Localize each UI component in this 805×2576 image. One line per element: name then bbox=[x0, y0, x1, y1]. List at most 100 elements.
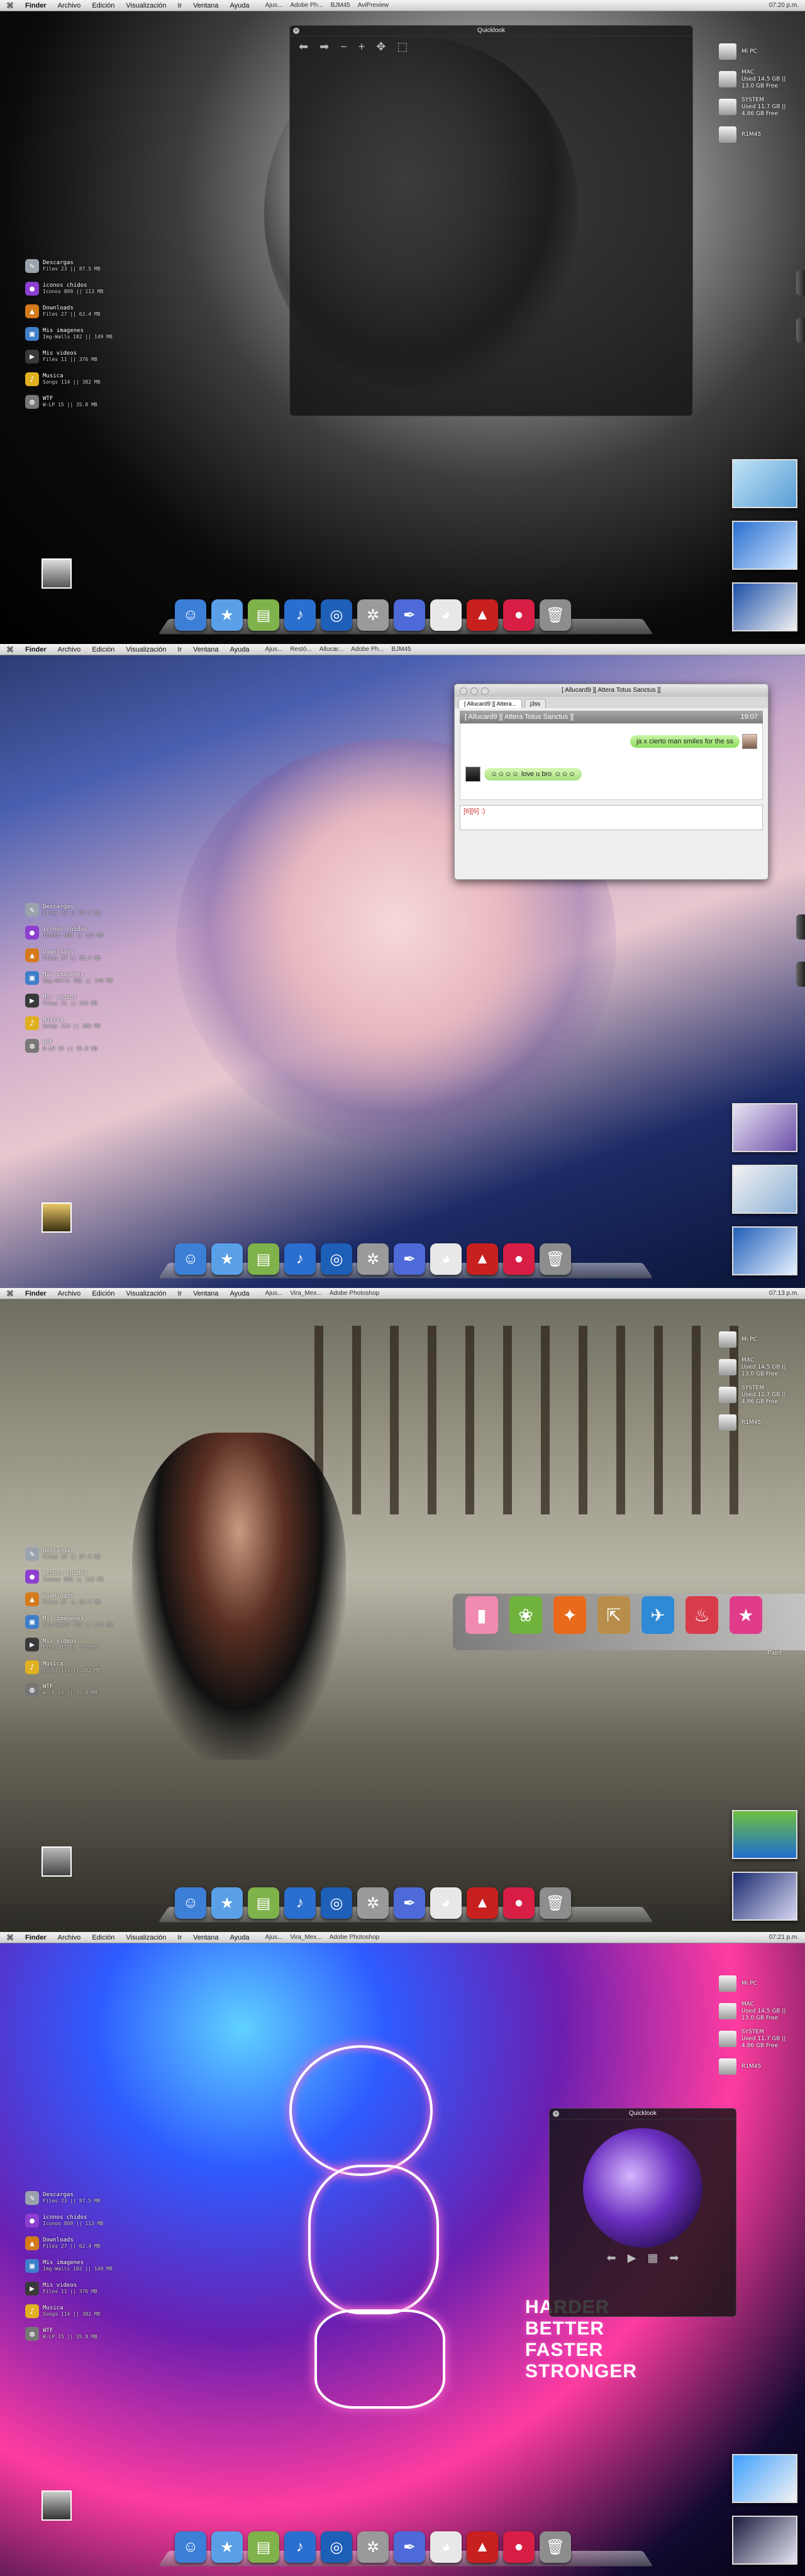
preview-icon[interactable]: ▤ bbox=[248, 1887, 279, 1919]
cup-icon[interactable]: ♨ bbox=[686, 1596, 718, 1634]
system-icon[interactable]: ✲ bbox=[357, 1243, 389, 1275]
transmit-icon[interactable]: ▲ bbox=[467, 1887, 498, 1919]
preview-icon[interactable]: ▤ bbox=[248, 1243, 279, 1275]
disk-item[interactable]: Mi PC bbox=[719, 1326, 797, 1353]
transmit-icon[interactable]: ▲ bbox=[467, 599, 498, 631]
star-icon[interactable]: ★ bbox=[730, 1596, 762, 1634]
folder-item[interactable]: ✎ Descargas Files 23 || 87.5 MB bbox=[25, 899, 119, 921]
task-item[interactable]: Allucar... bbox=[319, 646, 343, 653]
chat-window[interactable]: [ Allucard9 ][ Attera Totus Sanctus ][ [… bbox=[454, 684, 769, 880]
index-sheet-icon[interactable]: ▦ bbox=[647, 2251, 658, 2265]
task-item[interactable]: Ajus... bbox=[265, 2, 283, 9]
finder-icon[interactable]: ☺ bbox=[175, 1887, 206, 1919]
task-item[interactable]: Vira_Mex... bbox=[290, 1934, 321, 1941]
photo-booth-icon[interactable]: ● bbox=[503, 599, 535, 631]
task-item[interactable]: Adobe Photoshop bbox=[330, 1290, 380, 1297]
zoom-button[interactable] bbox=[481, 687, 489, 695]
zoom-in-icon[interactable]: + bbox=[358, 40, 365, 53]
menu-ventana[interactable]: Ventana bbox=[193, 2, 218, 9]
disk-item[interactable]: R1M45 bbox=[719, 121, 797, 148]
disk-item[interactable]: SYSTEM Used 11.7 GB || 4.86 GB Free bbox=[719, 93, 797, 121]
system-icon[interactable]: ✲ bbox=[357, 1887, 389, 1919]
folder-item[interactable]: ● iconos chidos Iconos 809 || 113 MB bbox=[25, 277, 119, 300]
menu-ayuda[interactable]: Ayuda bbox=[230, 1934, 250, 1941]
disk-item[interactable]: Mi PC bbox=[719, 38, 797, 65]
folder-item[interactable]: ▣ Mis imagenes Img-Walls 182 || 149 MB bbox=[25, 323, 119, 345]
play-icon[interactable]: ▶ bbox=[628, 2251, 636, 2265]
star-icon[interactable]: ★ bbox=[211, 2531, 243, 2563]
desktop-shortcut-icon[interactable] bbox=[42, 1846, 72, 1877]
folder-item[interactable]: ▣ Mis imagenes Img-Walls 182 || 149 MB bbox=[25, 967, 119, 989]
folder-item[interactable]: ♪ Musica Songs 114 || 382 MB bbox=[25, 368, 119, 391]
chat-tab[interactable]: j3ss bbox=[525, 699, 547, 708]
menu-finder[interactable]: Finder bbox=[25, 646, 47, 653]
menu-ventana[interactable]: Ventana bbox=[193, 646, 218, 653]
quicklook-window[interactable]: Quicklook × ⬅ ▶ ▦ ➡ bbox=[549, 2108, 736, 2317]
paint-bucket-icon[interactable]: ▮ bbox=[465, 1596, 498, 1634]
finder-icon[interactable]: ☺ bbox=[175, 599, 206, 631]
menu-archivo[interactable]: Archivo bbox=[58, 1934, 81, 1941]
drawer-tab[interactable] bbox=[796, 914, 805, 940]
menu-ventana[interactable]: Ventana bbox=[193, 1290, 218, 1297]
itunes-icon[interactable]: ♪ bbox=[284, 2531, 316, 2563]
menu-visualizacion[interactable]: Visualización bbox=[126, 646, 166, 653]
folder-item[interactable]: ● iconos chidos Iconos 809 || 113 MB bbox=[25, 1565, 119, 1588]
adium-icon[interactable]: ◕ bbox=[430, 2531, 462, 2563]
menu-ir[interactable]: Ir bbox=[177, 646, 182, 653]
drawer-tab[interactable] bbox=[796, 270, 805, 296]
safari-icon[interactable]: ◎ bbox=[321, 1243, 352, 1275]
adium-icon[interactable]: ◕ bbox=[430, 1887, 462, 1919]
menubar-clock[interactable]: 07:20 p.m. bbox=[769, 2, 799, 9]
photo-booth-icon[interactable]: ● bbox=[503, 1243, 535, 1275]
window-thumbnail[interactable] bbox=[732, 582, 797, 631]
folder-item[interactable]: ▶ Mis videos Files 11 || 376 MB bbox=[25, 1633, 119, 1656]
peapod-icon[interactable]: ❀ bbox=[509, 1596, 542, 1634]
finder-icon[interactable]: ☺ bbox=[175, 1243, 206, 1275]
folder-item[interactable]: ▶ Mis videos Files 11 || 376 MB bbox=[25, 2277, 119, 2300]
system-icon[interactable]: ✲ bbox=[357, 2531, 389, 2563]
folder-item[interactable]: ▶ Mis videos Files 11 || 376 MB bbox=[25, 989, 119, 1012]
menu-edicion[interactable]: Edición bbox=[92, 1290, 114, 1297]
window-thumbnail[interactable] bbox=[732, 1103, 797, 1152]
window-thumbnail[interactable] bbox=[732, 2454, 797, 2503]
task-item[interactable]: Vira_Mex... bbox=[290, 1290, 321, 1297]
apple-icon[interactable]: ⌘ bbox=[6, 645, 14, 654]
previous-icon[interactable]: ⬅ bbox=[606, 2251, 616, 2265]
menu-archivo[interactable]: Archivo bbox=[58, 2, 81, 9]
safari-icon[interactable]: ◎ bbox=[321, 1887, 352, 1919]
window-thumbnail[interactable] bbox=[732, 521, 797, 570]
disk-item[interactable]: MAC Used 14.5 GB || 13.0 GB Free bbox=[719, 1353, 797, 1381]
disk-item[interactable]: R1M45 bbox=[719, 2053, 797, 2080]
menu-edicion[interactable]: Edición bbox=[92, 2, 114, 9]
next-icon[interactable]: ➡ bbox=[669, 2251, 679, 2265]
task-item[interactable]: Adobe Ph... bbox=[290, 2, 323, 9]
task-item[interactable]: Restó... bbox=[290, 646, 311, 653]
fullscreen-icon[interactable]: ⬚ bbox=[397, 40, 408, 53]
desktop-shortcut-icon[interactable] bbox=[42, 1202, 72, 1233]
folder-item[interactable]: ✎ Descargas Files 23 || 87.5 MB bbox=[25, 2187, 119, 2209]
star-icon[interactable]: ★ bbox=[211, 599, 243, 631]
trash-icon[interactable]: 🗑 bbox=[540, 1887, 571, 1919]
menu-finder[interactable]: Finder bbox=[25, 2, 47, 9]
window-thumbnail[interactable] bbox=[732, 1810, 797, 1859]
photo-booth-icon[interactable]: ● bbox=[503, 1887, 535, 1919]
forward-arrow-icon[interactable]: ➡ bbox=[319, 40, 329, 53]
quill-icon[interactable]: ✒ bbox=[394, 1887, 425, 1919]
task-item[interactable]: Ajus... bbox=[265, 1290, 283, 1297]
disk-item[interactable]: SYSTEM Used 11.7 GB || 4.86 GB Free bbox=[719, 2025, 797, 2053]
window-thumbnail[interactable] bbox=[732, 1872, 797, 1921]
drawer-tab[interactable] bbox=[796, 318, 805, 343]
window-thumbnail[interactable] bbox=[732, 459, 797, 508]
close-icon[interactable]: × bbox=[553, 2111, 559, 2117]
menubar-clock[interactable]: 07:13 p.m. bbox=[769, 1290, 799, 1297]
menu-visualizacion[interactable]: Visualización bbox=[126, 2, 166, 9]
quill-icon[interactable]: ✒ bbox=[394, 599, 425, 631]
chat-tab[interactable]: [ Allucard9 ][ Attera... bbox=[458, 699, 523, 708]
menu-archivo[interactable]: Archivo bbox=[58, 1290, 81, 1297]
folder-item[interactable]: ▶ Mis videos Files 11 || 376 MB bbox=[25, 345, 119, 368]
menu-archivo[interactable]: Archivo bbox=[58, 646, 81, 653]
task-item[interactable]: Ajus... bbox=[265, 646, 283, 653]
folder-item[interactable]: ▲ Downloads Files 27 || 62.4 MB bbox=[25, 1588, 119, 1611]
task-item[interactable]: AviPreview bbox=[358, 2, 389, 9]
menu-visualizacion[interactable]: Visualización bbox=[126, 1934, 166, 1941]
